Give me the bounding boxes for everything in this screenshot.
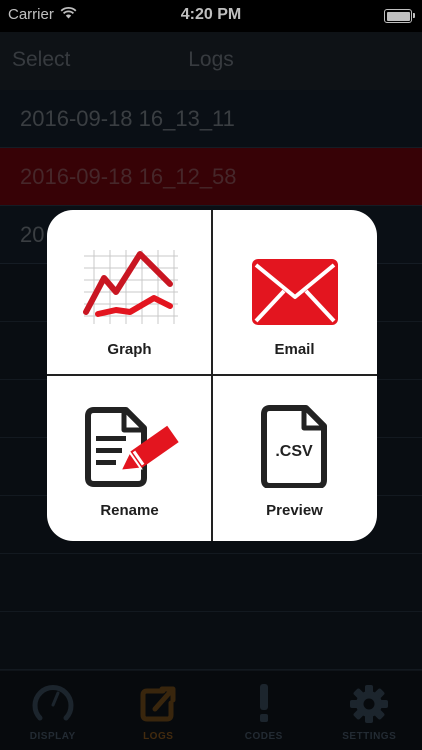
csv-file-icon: .CSV: [260, 404, 330, 493]
rename-label: Rename: [100, 502, 159, 519]
email-button[interactable]: Email: [212, 210, 377, 375]
preview-label: Preview: [266, 502, 323, 519]
graph-label: Graph: [107, 341, 152, 358]
email-label: Email: [274, 341, 315, 358]
graph-button[interactable]: Graph: [47, 210, 212, 375]
envelope-icon: [251, 248, 338, 330]
actions-popup: Graph Email Rename .CSV Preview: [47, 210, 377, 541]
preview-button[interactable]: .CSV Preview: [212, 376, 377, 541]
rename-pencil-icon: [74, 404, 186, 493]
csv-icon-text: .CSV: [275, 443, 313, 460]
rename-button[interactable]: Rename: [47, 376, 212, 541]
graph-icon: [80, 248, 180, 331]
